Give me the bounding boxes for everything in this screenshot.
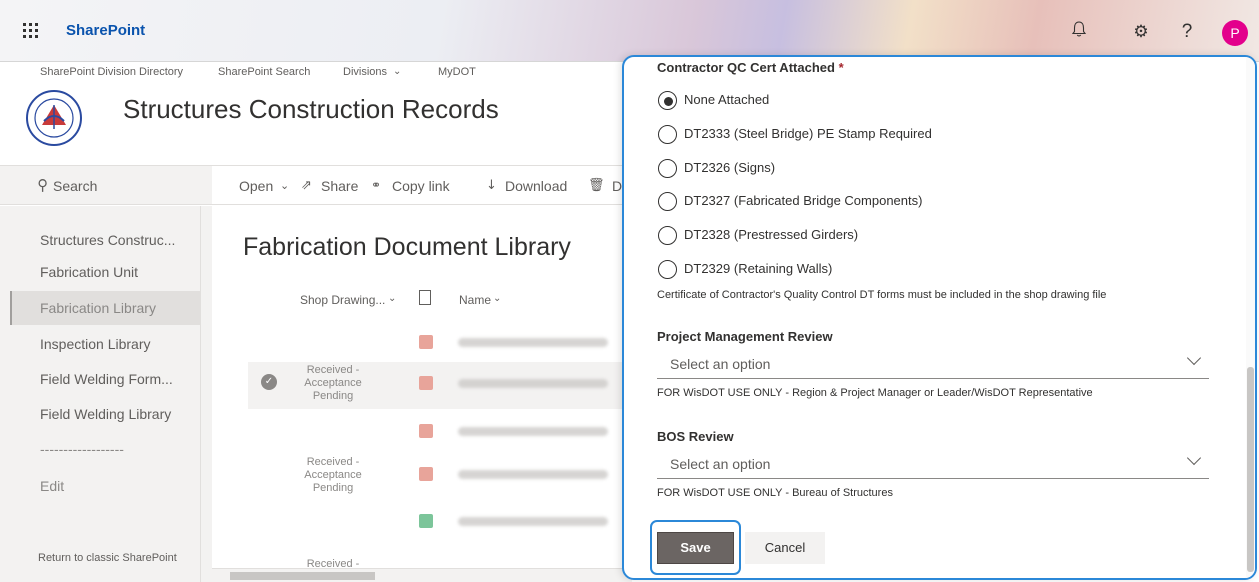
gear-icon[interactable]: ⚙	[1129, 20, 1153, 44]
bos-review-label: BOS Review	[657, 429, 734, 444]
column-header-name[interactable]: Name	[459, 293, 491, 307]
chevron-down-icon[interactable]: ⌄	[280, 179, 289, 192]
return-to-classic-link[interactable]: Return to classic SharePoint	[38, 552, 177, 564]
download-button[interactable]: Download	[505, 178, 567, 194]
column-header-shop-drawing[interactable]: Shop Drawing...	[300, 293, 385, 307]
radio-label[interactable]: DT2329 (Retaining Walls)	[684, 261, 832, 276]
chevron-down-icon[interactable]: ⌄	[493, 293, 501, 304]
command-bar: Open ⌄ ⇗ Share ⚭ Copy link ↓ Download 🗑 …	[212, 165, 632, 205]
delete-icon: 🗑	[588, 178, 605, 193]
file-name[interactable]	[458, 379, 608, 388]
radio-ring[interactable]	[658, 91, 677, 110]
left-nav-scrollbar[interactable]	[200, 206, 212, 582]
share-icon: ⇗	[301, 178, 312, 193]
hub-nav-mydot[interactable]: MyDOT	[438, 66, 476, 78]
radio-ring[interactable]	[658, 192, 677, 211]
chevron-down-icon[interactable]: ⌄	[393, 66, 401, 77]
file-name[interactable]	[458, 470, 608, 479]
file-type-icon[interactable]	[419, 290, 431, 305]
nav-divider: ------------------	[40, 441, 124, 457]
pdf-file-icon	[419, 376, 433, 390]
radio-label[interactable]: DT2327 (Fabricated Bridge Components)	[684, 193, 922, 208]
file-name[interactable]	[458, 338, 608, 347]
copy-link-button[interactable]: Copy link	[392, 178, 450, 194]
app-name[interactable]: SharePoint	[66, 22, 145, 39]
radio-label[interactable]: DT2326 (Signs)	[684, 160, 775, 175]
site-title[interactable]: Structures Construction Records	[123, 94, 499, 125]
chevron-down-icon[interactable]: ⌄	[388, 293, 396, 304]
radio-ring[interactable]	[658, 125, 677, 144]
edit-panel: Contractor QC Cert Attached * None Attac…	[622, 55, 1257, 580]
qc-cert-help: Certificate of Contractor's Quality Cont…	[657, 289, 1107, 301]
radio-label[interactable]: DT2328 (Prestressed Girders)	[684, 227, 858, 242]
avatar[interactable]: P	[1222, 20, 1248, 46]
required-mark: *	[838, 60, 844, 75]
open-button[interactable]: Open	[239, 178, 273, 194]
search-icon: ⚲	[37, 176, 48, 194]
library-title[interactable]: Fabrication Document Library	[243, 233, 571, 262]
status-text: Received - Acceptance Pending	[304, 456, 362, 494]
pdf-file-icon	[419, 467, 433, 481]
search-box[interactable]: ⚲ Search	[0, 165, 212, 205]
radio-ring[interactable]	[658, 260, 677, 279]
save-button[interactable]: Save	[657, 532, 734, 564]
delete-button[interactable]: D	[612, 178, 622, 194]
wisdot-logo[interactable]	[22, 87, 88, 149]
left-nav	[0, 206, 212, 582]
nav-item-fabrication-library[interactable]: Fabrication Library	[40, 300, 156, 316]
help-icon[interactable]: ?	[1175, 20, 1199, 44]
file-name[interactable]	[458, 517, 608, 526]
nav-item-field-welding-form[interactable]: Field Welding Form...	[40, 371, 173, 387]
qc-cert-label: Contractor QC Cert Attached *	[657, 60, 844, 75]
chevron-down-icon[interactable]	[1186, 450, 1202, 466]
radio-ring[interactable]	[658, 159, 677, 178]
download-icon: ↓	[486, 178, 497, 193]
radio-dot	[664, 97, 673, 106]
status-text: Received - Acceptance Pending	[304, 364, 362, 402]
pm-review-placeholder[interactable]: Select an option	[670, 356, 770, 372]
radio-label[interactable]: None Attached	[684, 92, 769, 107]
nav-item-inspection-library[interactable]: Inspection Library	[40, 336, 151, 352]
file-name[interactable]	[458, 427, 608, 436]
scrollbar-thumb[interactable]	[1247, 367, 1254, 572]
pdf-file-icon	[419, 335, 433, 349]
suite-bar: SharePoint ⚙ ? P	[0, 0, 1259, 62]
hub-nav-search[interactable]: SharePoint Search	[218, 66, 310, 78]
nav-item-edit[interactable]: Edit	[40, 478, 64, 494]
excel-file-icon	[419, 514, 433, 528]
radio-ring[interactable]	[658, 226, 677, 245]
bell-icon[interactable]	[1067, 20, 1091, 44]
nav-item-structures[interactable]: Structures Construc...	[40, 232, 175, 248]
share-button[interactable]: Share	[321, 178, 358, 194]
hub-nav-directory[interactable]: SharePoint Division Directory	[40, 66, 183, 78]
nav-item-field-welding-library[interactable]: Field Welding Library	[40, 406, 171, 422]
waffle-icon[interactable]	[20, 20, 42, 42]
checkmark-icon[interactable]: ✓	[261, 374, 277, 390]
pm-review-help: FOR WisDOT USE ONLY - Region & Project M…	[657, 387, 1093, 399]
bos-review-select[interactable]: Select an option	[657, 449, 1209, 479]
qc-cert-label-text: Contractor QC Cert Attached	[657, 60, 835, 75]
bos-review-help: FOR WisDOT USE ONLY - Bureau of Structur…	[657, 487, 893, 499]
scrollbar-thumb[interactable]	[230, 572, 375, 580]
pm-review-label: Project Management Review	[657, 329, 833, 344]
bos-review-placeholder[interactable]: Select an option	[670, 456, 770, 472]
pm-review-select[interactable]: Select an option	[657, 349, 1209, 379]
cancel-button[interactable]: Cancel	[745, 532, 825, 564]
hub-nav-divisions[interactable]: Divisions	[343, 66, 387, 78]
link-icon: ⚭	[371, 178, 382, 192]
radio-label[interactable]: DT2333 (Steel Bridge) PE Stamp Required	[684, 126, 932, 141]
panel-scrollbar[interactable]	[1246, 57, 1255, 578]
search-input[interactable]: Search	[53, 178, 97, 194]
horizontal-scrollbar[interactable]	[212, 568, 632, 582]
chevron-down-icon[interactable]	[1186, 350, 1202, 366]
nav-item-fabrication-unit[interactable]: Fabrication Unit	[40, 264, 138, 280]
pdf-file-icon	[419, 424, 433, 438]
